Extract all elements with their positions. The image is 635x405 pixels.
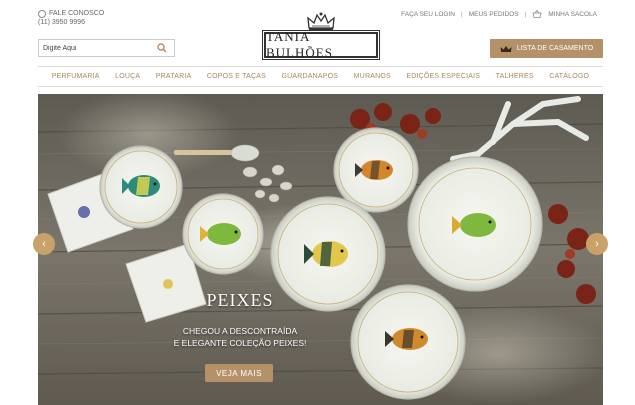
contact-label[interactable]: FALE CONOSCO [49, 9, 104, 18]
crown-icon [500, 45, 512, 52]
slider-next-button[interactable]: › [586, 233, 608, 255]
slider-prev-button[interactable]: ‹ [33, 233, 55, 255]
chevron-left-icon: ‹ [42, 238, 46, 250]
nav-item-prataria[interactable]: PRATARIA [156, 73, 192, 80]
hero-image [38, 94, 603, 405]
separator: | [460, 10, 463, 18]
nav-item-muranos[interactable]: MURANOS [354, 73, 391, 80]
nav-item-edicoes-especiais[interactable]: EDIÇÕES ESPECIAIS [406, 73, 480, 80]
main-nav: PERFUMARIA LOUÇA PRATARIA COPOS E TAÇAS … [38, 66, 603, 87]
basket-icon[interactable] [532, 10, 542, 18]
nav-item-guardanapos[interactable]: GUARDANAPOS [282, 73, 339, 80]
nav-item-copos-tacas[interactable]: COPOS E TAÇAS [207, 73, 266, 80]
search-input[interactable] [39, 44, 157, 52]
utility-links: FAÇA SEU LOGIN | MEUS PEDIDOS | MINHA SA… [401, 10, 597, 18]
wedding-list-label: LISTA DE CASAMENTO [516, 45, 594, 52]
nav-item-perfumaria[interactable]: PERFUMARIA [52, 73, 100, 80]
brand-name: TANIA BULHÕES [262, 29, 380, 60]
nav-item-talheres[interactable]: TALHERES [496, 73, 534, 80]
see-more-button[interactable]: VEJA MAIS [205, 364, 273, 382]
login-link[interactable]: FAÇA SEU LOGIN [401, 11, 455, 18]
orders-link[interactable]: MEUS PEDIDOS [469, 11, 519, 18]
chevron-right-icon: › [595, 238, 599, 250]
contact-phone: (11) 3950 9996 [38, 19, 85, 26]
nav-item-louca[interactable]: LOUÇA [115, 73, 140, 80]
hero-title: PEIXES [206, 290, 274, 310]
contact-block[interactable]: FALE CONOSCO (11) 3950 9996 [38, 9, 104, 27]
nav-item-catalogo[interactable]: CATÁLOGO [549, 73, 589, 80]
separator: | [524, 10, 527, 18]
wedding-list-button[interactable]: LISTA DE CASAMENTO [490, 39, 603, 58]
search-box [38, 39, 175, 57]
search-icon[interactable] [157, 43, 167, 53]
phone-icon [38, 9, 46, 18]
hero-subtitle-line1: CHEGOU A DESCONTRAÍDA [182, 326, 298, 336]
bag-link[interactable]: MINHA SACOLA [548, 11, 597, 18]
hero-subtitle-line2: E ELEGANTE COLEÇÃO PEIXES! [173, 338, 307, 348]
brand-logo[interactable]: TANIA BULHÕES [262, 12, 380, 60]
hero-banner[interactable] [38, 94, 603, 405]
